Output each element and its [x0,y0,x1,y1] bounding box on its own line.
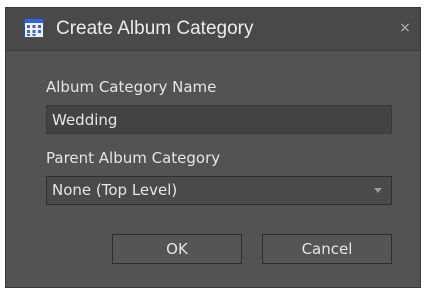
parent-album-category-select[interactable]: None (Top Level) [46,176,392,205]
parent-album-category-label: Parent Album Category [46,149,221,167]
calendar-grid-icon [24,18,44,38]
create-album-category-dialog: Create Album Category × Album Category N… [5,7,421,288]
dialog-titlebar[interactable]: Create Album Category × [6,8,420,51]
dialog-title: Create Album Category [56,18,254,39]
parent-album-category-value: None (Top Level) [52,181,178,199]
close-button[interactable]: × [396,19,414,37]
album-category-name-label: Album Category Name [46,78,217,96]
album-category-name-input[interactable] [46,105,392,134]
cancel-button[interactable]: Cancel [262,234,392,264]
ok-button[interactable]: OK [112,234,242,264]
chevron-down-icon [374,188,382,193]
